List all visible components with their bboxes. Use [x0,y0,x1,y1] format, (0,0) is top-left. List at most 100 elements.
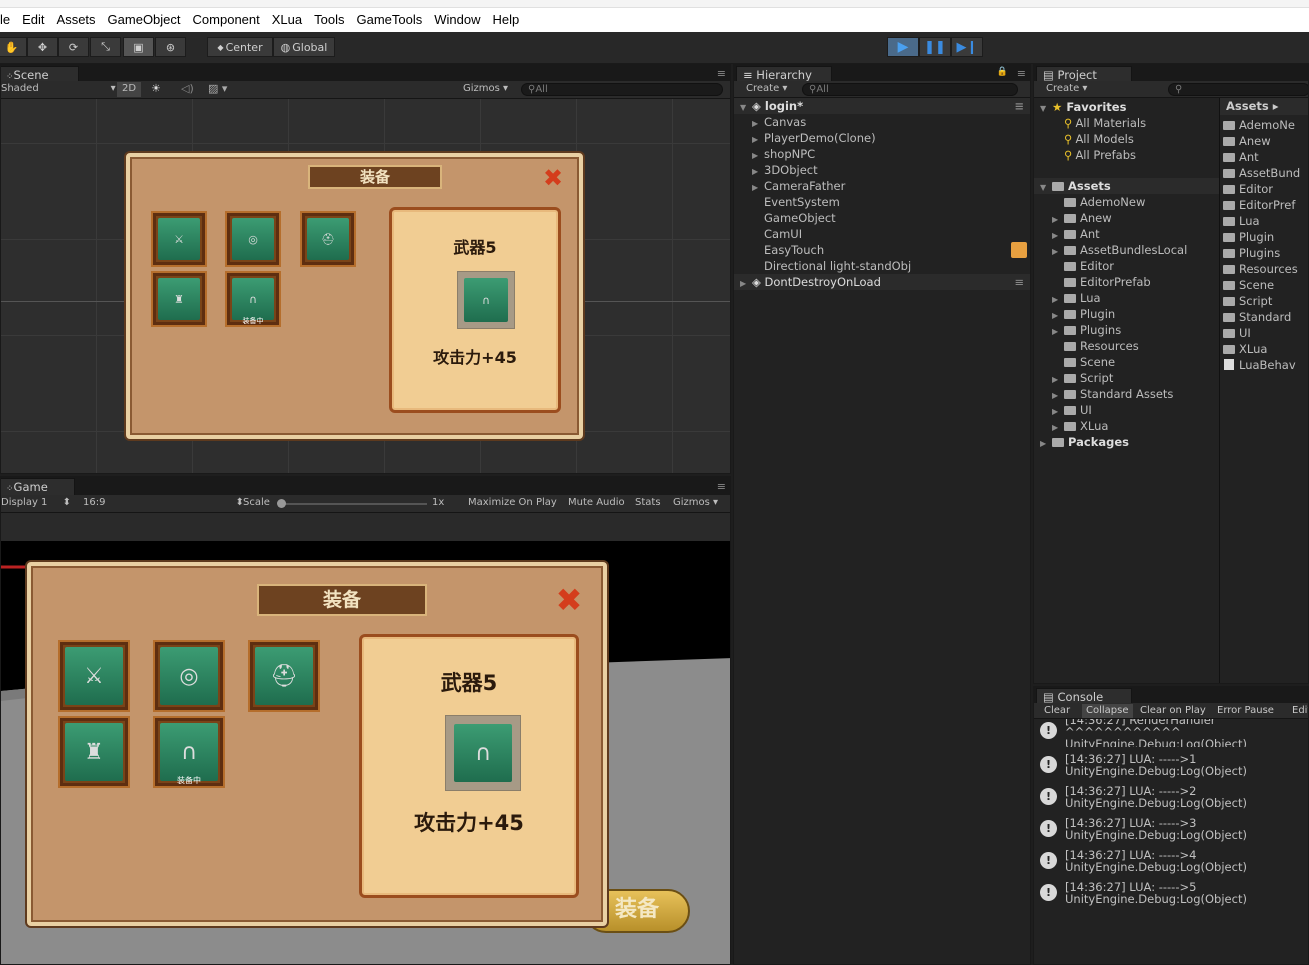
pivot-toggle[interactable]: ◆ Center [207,37,273,57]
asset-item[interactable]: Scene [1223,277,1308,293]
console-clear-on-play-button[interactable]: Clear on Play [1136,704,1210,718]
menu-component[interactable]: Component [193,12,260,27]
project-folder[interactable]: ▶ AssetBundlesLocal [1034,242,1219,258]
project-splitter[interactable] [1219,98,1220,683]
panel-menu-icon[interactable]: ≡ [717,67,726,80]
console-edit-button[interactable]: Edit [1288,704,1308,718]
asset-item[interactable]: EditorPref [1223,197,1308,213]
scene-slot-helmet[interactable]: ⛑ [300,211,356,267]
asset-item[interactable]: Lua [1223,213,1308,229]
project-folder[interactable]: ▶ XLua [1034,418,1219,434]
scene-slot-armor[interactable]: ♜ [151,271,207,327]
packages-row[interactable]: ▶ Packages [1034,434,1219,450]
panel-menu-icon[interactable]: ≡ [717,480,726,493]
game-close-icon[interactable]: ✖ [551,582,587,618]
favorite-item[interactable]: ⚲ All Materials [1034,115,1219,131]
game-tab[interactable]: ⁘Game [1,478,75,495]
scene-menu-icon[interactable]: ≡ [1014,274,1024,290]
project-tab[interactable]: ▤ Project [1036,66,1132,82]
scale-slider[interactable] [277,499,427,508]
move-tool-button[interactable]: ✥ [27,37,58,57]
audio-icon[interactable]: ◁) [181,82,194,95]
hierarchy-item[interactable]: ▶ CameraFather [734,178,1030,194]
console-entry[interactable]: ! [14:36:27] LUA: ----->2 UnityEngine.Debu… [1034,785,1308,817]
project-folder[interactable]: ▶ Ant [1034,226,1219,242]
project-folder[interactable]: ▶ Standard Assets [1034,386,1219,402]
console-entry[interactable]: ! [14:36:27] RenderHandler ^^^^^^^^^^^^ … [1034,719,1308,747]
project-search-input[interactable]: ⚲ [1168,83,1308,96]
asset-item[interactable]: Resources [1223,261,1308,277]
display-dropdown[interactable]: Display 1 ⬍ [1,497,71,508]
console-entry[interactable]: ! [14:36:27] LUA: ----->1 UnityEngine.Debu… [1034,753,1308,785]
game-slot-pants[interactable]: ∩ 装备中 [153,716,225,788]
mute-audio-toggle[interactable]: Mute Audio [568,497,625,508]
space-toggle[interactable]: ◍ Global [273,37,335,57]
menu-xlua[interactable]: XLua [272,12,302,27]
hierarchy-create-dropdown[interactable]: Create ▾ [746,83,787,94]
menu-tools[interactable]: Tools [314,12,344,27]
project-folder[interactable]: AdemoNew [1034,194,1219,210]
asset-item[interactable]: XLua [1223,341,1308,357]
asset-item[interactable]: Script [1223,293,1308,309]
project-folder[interactable]: Scene [1034,354,1219,370]
asset-item[interactable]: Standard [1223,309,1308,325]
hierarchy-dontdestroy-row[interactable]: ▶ ◈ DontDestroyOnLoad ≡ [734,274,1030,290]
project-folder[interactable]: ▶ Plugin [1034,306,1219,322]
project-folder[interactable]: Editor [1034,258,1219,274]
console-entry[interactable]: ! [14:36:27] LUA: ----->5 UnityEngine.Debu… [1034,881,1308,913]
console-collapse-button[interactable]: Collapse [1082,704,1133,718]
maximize-on-play-toggle[interactable]: Maximize On Play [468,497,557,508]
effects-icon[interactable]: ▨ ▾ [208,82,227,95]
project-folder[interactable]: ▶ Script [1034,370,1219,386]
hierarchy-item[interactable]: ▶ PlayerDemo(Clone) [734,130,1030,146]
asset-item[interactable]: Anew [1223,133,1308,149]
scene-menu-icon[interactable]: ≡ [1014,98,1024,114]
hierarchy-item[interactable]: Directional light-standObj [734,258,1030,274]
asset-item[interactable]: AdemoNe [1223,117,1308,133]
project-folder[interactable]: ▶ Plugins [1034,322,1219,338]
hierarchy-item[interactable]: EventSystem [734,194,1030,210]
asset-item[interactable]: Editor [1223,181,1308,197]
favorite-item[interactable]: ⚲ All Prefabs [1034,147,1219,163]
console-error-pause-button[interactable]: Error Pause [1213,704,1278,718]
game-slot-helmet[interactable]: ⛑ [248,640,320,712]
play-button[interactable]: ▶ [887,37,919,57]
aspect-dropdown[interactable]: 16:9 ⬍ [83,497,244,508]
mode-2d-toggle[interactable]: 2D [117,82,141,97]
project-folder[interactable]: EditorPrefab [1034,274,1219,290]
menu-window[interactable]: Window [434,12,480,27]
asset-item[interactable]: Ant [1223,149,1308,165]
panel-menu-icon[interactable]: ≡ [1017,67,1026,80]
hierarchy-item[interactable]: CamUI [734,226,1030,242]
pause-button[interactable]: ❚❚ [919,37,951,57]
project-folder[interactable]: ▶ Anew [1034,210,1219,226]
console-tab[interactable]: ▤ Console [1036,688,1132,704]
console-entry[interactable]: ! [14:36:27] LUA: ----->3 UnityEngine.Debu… [1034,817,1308,849]
scene-slot-shield[interactable]: ◎ [225,211,281,267]
stats-toggle[interactable]: Stats [635,497,661,508]
menu-gametools[interactable]: GameTools [356,12,422,27]
hierarchy-item[interactable]: ▶ 3DObject [734,162,1030,178]
asset-item[interactable]: UI [1223,325,1308,341]
step-button[interactable]: ▶❙ [951,37,983,57]
transform-tool-button[interactable]: ⊛ [155,37,186,57]
console-entry[interactable]: ! [14:36:27] LUA: ----->4 UnityEngine.Debu… [1034,849,1308,881]
scene-slot-sword[interactable]: ⚔ [151,211,207,267]
hierarchy-item[interactable]: EasyTouch [734,242,1030,258]
hierarchy-tab[interactable]: ≡ Hierarchy [736,66,832,82]
project-create-dropdown[interactable]: Create ▾ [1046,83,1087,94]
rotate-tool-button[interactable]: ⟳ [58,37,89,57]
project-folder[interactable]: ▶ UI [1034,402,1219,418]
game-slot-sword[interactable]: ⚔ [58,640,130,712]
assets-row[interactable]: ▼ Assets [1034,178,1219,194]
asset-item[interactable]: LuaBehav [1223,357,1308,373]
scene-tab[interactable]: ⁘Scene [1,66,79,82]
menu-file[interactable]: le [0,12,10,27]
hierarchy-scene-row[interactable]: ▼ ◈ login* ≡ [734,98,1030,114]
assets-breadcrumb[interactable]: Assets ▸ [1220,98,1308,115]
menu-assets[interactable]: Assets [57,12,96,27]
lock-icon[interactable]: 🔒 [997,67,1008,77]
project-folder[interactable]: Resources [1034,338,1219,354]
console-clear-button[interactable]: Clear [1040,704,1074,718]
game-slot-armor[interactable]: ♜ [58,716,130,788]
